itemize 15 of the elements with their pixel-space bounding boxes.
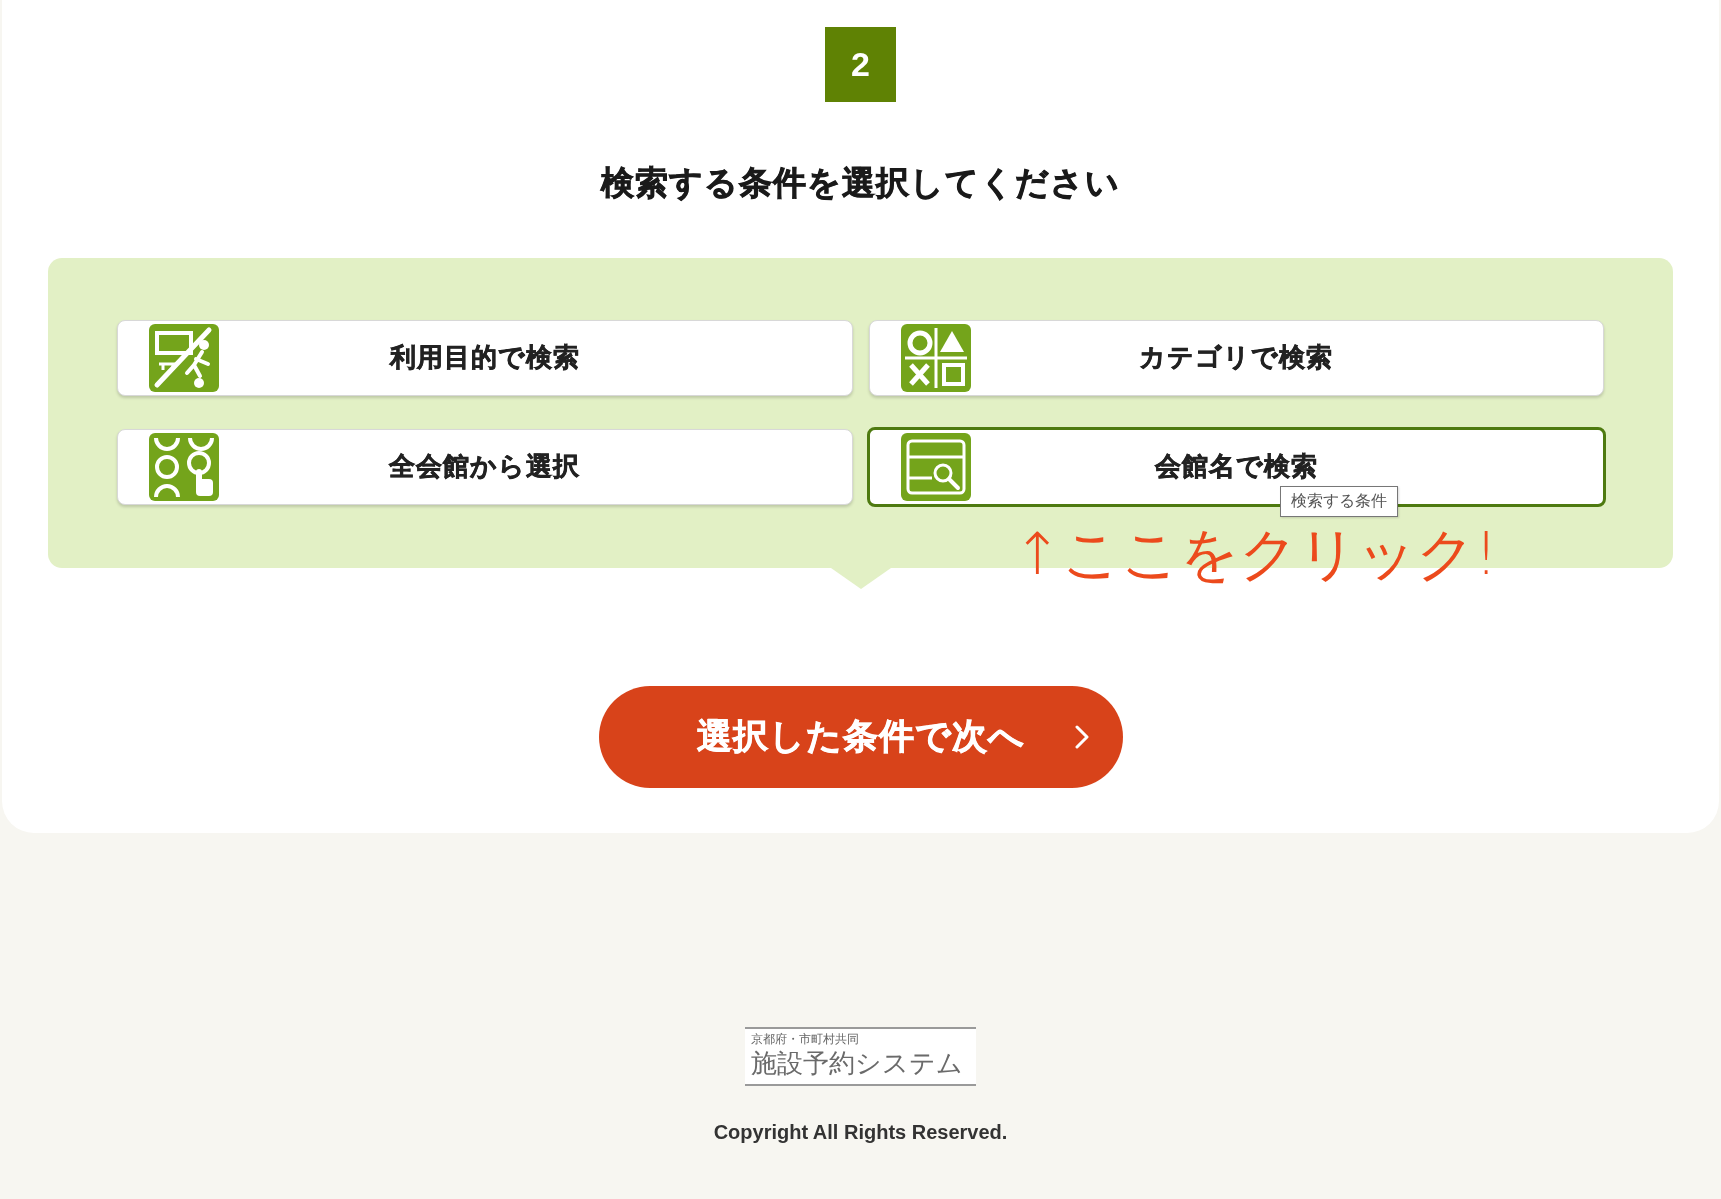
copyright-text: Copyright All Rights Reserved.	[713, 1120, 1008, 1145]
click-here-annotation: ↑ここをクリック!	[1013, 519, 1498, 590]
shapes-icon	[900, 323, 971, 392]
window-search-icon	[900, 432, 971, 501]
logo-subtitle: 京都府・市町村共同	[751, 1031, 859, 1048]
search-option-button[interactable]: カテゴリで検索	[868, 319, 1604, 396]
circles-hand-icon	[149, 432, 219, 501]
chevron-right-icon	[1074, 724, 1089, 749]
logo-title: 施設予約システム	[751, 1047, 963, 1080]
search-option-button[interactable]: 全会館から選択	[117, 428, 853, 505]
step-number-badge: 2	[825, 27, 896, 102]
next-button[interactable]: 選択した条件で次へ	[598, 685, 1123, 788]
search-option-button[interactable]: 利用目的で検索	[117, 319, 853, 396]
section-heading: 検索する条件を選択してください	[601, 162, 1120, 204]
tooltip: 検索する条件	[1279, 485, 1398, 517]
